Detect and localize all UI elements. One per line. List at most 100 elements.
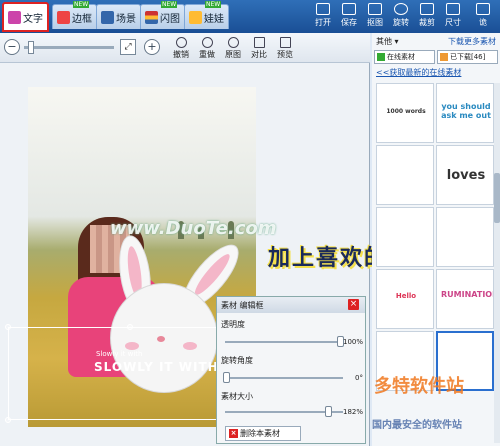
open-label: 打开 [315,18,331,27]
resize-icon [446,3,460,15]
material-edit-panel: 素材 编辑框 × 透明度 100% 旋转角度 0° 素材大小 182% × 删除… [216,296,366,444]
undo-icon [175,37,187,48]
tab-border[interactable]: NEW 边框 [52,1,97,29]
preview-button[interactable]: 预览 [274,37,296,60]
close-panel-button[interactable]: × [348,299,359,310]
material-thumb[interactable]: loves [436,145,494,205]
tab-downloaded-label: 已下载[46] [450,53,486,61]
size-value: 182% [342,408,363,416]
folder-icon [316,3,330,15]
site-slogan-watermark: 国内最安全的软件站 [372,420,462,431]
site-watermark: www.DuoTe.com [110,218,277,239]
edit-toolbar: − ⤢ + 撤销 重做 原图 对比 预览 [0,33,370,63]
chevron-down-icon[interactable]: ▾ [395,37,399,46]
rotation-slider[interactable] [225,377,343,379]
zoom-out-button[interactable]: − [4,39,20,55]
resize-handle[interactable] [127,324,133,330]
material-thumb[interactable] [436,207,494,267]
compare-button[interactable]: 对比 [248,37,270,60]
doll-tab-icon [189,10,202,24]
original-icon [227,37,239,48]
download-more-link[interactable]: 下载更多素材 [448,36,496,47]
save-button[interactable]: 保存 [338,3,360,28]
tab-flash[interactable]: NEW 闪图 [140,1,185,29]
fit-button[interactable]: ⤢ [120,39,136,55]
new-badge: NEW [205,1,222,8]
compare-label: 对比 [251,50,267,59]
new-badge: NEW [73,1,90,8]
tab-downloaded-materials[interactable]: 已下载[46] [437,50,498,64]
size-slider-thumb[interactable] [325,406,332,417]
redo-button[interactable]: 重做 [196,37,218,60]
rotation-slider-thumb[interactable] [223,372,230,383]
size-button[interactable]: 尺寸 [442,3,464,28]
more-button[interactable]: 诡 [472,3,494,28]
original-label: 原图 [225,50,241,59]
material-thumb[interactable]: you should ask me out [436,83,494,143]
zoom-out-icon: − [7,40,17,53]
get-latest-link[interactable]: <<获取最新的在线素材 [376,67,461,78]
opacity-label: 透明度 [221,320,245,329]
material-thumb-text: you should ask me out [441,102,491,120]
material-thumb-text: RUMINATION [441,290,494,299]
preview-label: 预览 [277,50,293,59]
scene-tab-icon [101,10,114,24]
sidebar-scrollbar[interactable] [494,83,500,443]
zoom-slider-thumb[interactable] [28,41,34,54]
material-thumb[interactable] [376,145,434,205]
site-logo-watermark: 多特软件站 [374,376,464,397]
undo-label: 撤销 [173,50,189,59]
zoom-in-button[interactable]: + [144,39,160,55]
tab-text[interactable]: 文字 [2,2,49,32]
material-thumb[interactable]: Hello [376,269,434,329]
original-button[interactable]: 原图 [222,37,244,60]
crop-button[interactable]: 裁剪 [416,3,438,28]
tab-doll[interactable]: NEW 娃娃 [184,1,229,29]
close-icon: × [349,299,358,309]
cutout-icon [368,3,382,15]
tab-flash-label: 闪图 [160,13,180,25]
rotate-button[interactable]: 旋转 [390,3,412,28]
open-button[interactable]: 打开 [312,3,334,28]
scrollbar-thumb[interactable] [494,173,500,223]
more-icon [476,3,490,15]
size-label: 尺寸 [445,18,461,27]
crop-icon [420,3,434,15]
tab-border-label: 边框 [72,13,92,25]
new-badge: NEW [161,1,178,8]
resize-handle[interactable] [5,417,11,423]
category-select[interactable]: 其他 [376,37,392,46]
tab-scene-label: 场景 [116,13,136,25]
cutout-button[interactable]: 抠图 [364,3,386,28]
delete-material-button[interactable]: × 删除本素材 [225,426,301,441]
rotation-label: 旋转角度 [221,356,253,365]
tab-text-label: 文字 [23,13,43,25]
text-tab-icon [8,10,21,24]
save-label: 保存 [341,18,357,27]
tab-online-materials[interactable]: 在线素材 [374,50,435,64]
rotation-value: 0° [355,374,363,382]
save-icon [342,3,356,15]
zoom-slider[interactable] [24,46,114,49]
top-toolbar: 文字 NEW 边框 场景 NEW 闪图 NEW 娃娃 打开 保存 抠图 旋转 裁… [0,0,500,33]
material-thumb[interactable]: 1000 words [376,83,434,143]
flash-tab-icon [145,10,158,24]
tab-scene[interactable]: 场景 [96,4,141,29]
delete-label: 删除本素材 [240,429,280,438]
border-tab-icon [57,10,70,24]
compare-icon [253,37,265,48]
download-icon [440,53,448,61]
material-tabs: 在线素材 已下载[46] [374,50,498,64]
material-thumb[interactable]: RUMINATION [436,269,494,329]
sticker-small-text: Slowly it with [96,350,143,358]
preview-icon [279,37,291,48]
opacity-value: 100% [342,338,363,346]
rotate-icon [394,3,408,15]
online-icon [377,53,385,61]
material-thumb-text: 1000 words [386,108,426,115]
fit-icon: ⤢ [124,42,132,52]
resize-handle[interactable] [5,324,11,330]
undo-button[interactable]: 撤销 [170,37,192,60]
opacity-slider[interactable] [225,341,343,343]
material-thumb[interactable] [376,207,434,267]
